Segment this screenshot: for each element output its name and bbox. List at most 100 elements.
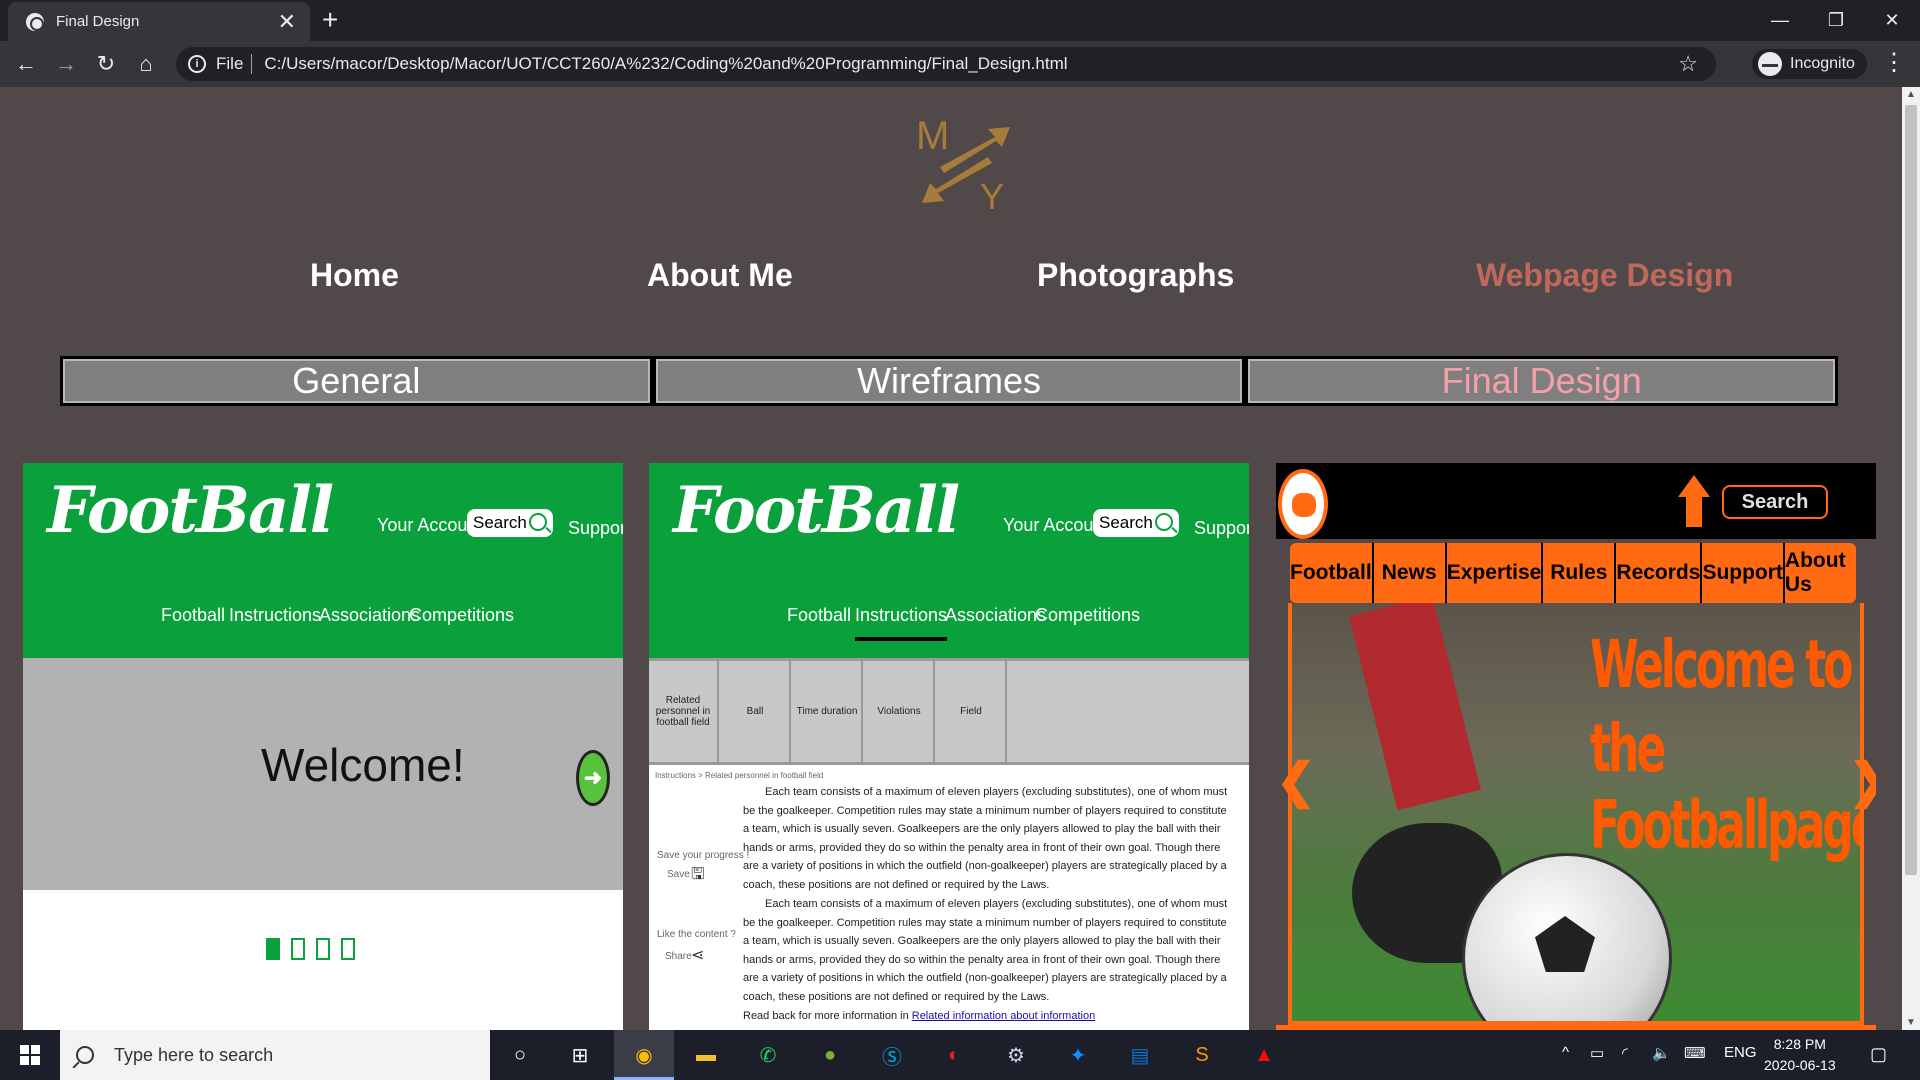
fb-nav-associations: Associations [945,605,1047,625]
chrome-icon[interactable]: ◉ [626,1038,662,1072]
wechat-icon[interactable]: ● [812,1038,848,1072]
tab-field: Field [937,661,1007,762]
browser-menu-icon[interactable]: ⋮ [1882,48,1906,77]
acrobat-icon[interactable]: ▲ [1246,1038,1282,1072]
reload-icon[interactable]: ↻ [90,48,122,80]
globe-icon [26,12,44,31]
wireframe-home-panel[interactable]: FootBall Your Account Search Support Foo… [23,463,623,1030]
garena-icon[interactable]: ◐ [936,1038,972,1072]
final-design-panel[interactable]: Search Football News Expertise Rules Rec… [1276,463,1876,1030]
incognito-profile-button[interactable]: Incognito [1752,49,1867,79]
next-arrow-icon: ➜ [576,750,610,806]
fb-header: FootBall Your Account Search Support Foo… [649,463,1249,658]
separator [251,54,253,74]
forward-arrow-icon[interactable]: → [50,48,82,80]
volume-icon[interactable]: 🔈 [1652,1044,1671,1062]
wireframe-instructions-panel[interactable]: FootBall Your Account Search Support Foo… [649,463,1249,1030]
carousel-dot [341,938,355,960]
scroll-down-icon[interactable]: ▼ [1906,1017,1916,1028]
file-explorer-icon[interactable]: ▬ [688,1038,724,1072]
windows-taskbar: Type here to search ○ ⊞ ◉ ▬ ✆ ● Ⓢ ◐ ⚙ ✦ … [0,1030,1920,1080]
save-prompt: Save your progress ! [657,850,750,861]
minimize-button[interactable]: — [1752,0,1808,41]
incognito-icon [1758,52,1782,76]
chevron-left-icon: ❮ [1276,755,1317,808]
fb-search-label: Search [1099,513,1153,532]
url-text[interactable]: C:/Users/macor/Desktop/Macor/UOT/CCT260/… [264,54,1067,74]
new-tab-button[interactable]: + [322,4,338,36]
battle-net-icon[interactable]: ✦ [1060,1038,1096,1072]
taskbar-search[interactable]: Type here to search [60,1030,490,1080]
restore-button[interactable]: ❐ [1808,0,1864,41]
home-arrow-icon [1678,475,1710,527]
fb-nav-competitions: Competitions [409,605,515,625]
fb-carousel-dots [23,890,623,1030]
subnav-wireframes[interactable]: Wireframes [655,359,1243,403]
search-icon [76,1046,94,1064]
carousel-dot [316,938,330,960]
nav-webpage-design[interactable]: Webpage Design [1476,257,1733,294]
football-logo-icon [1278,469,1328,539]
task-view-icon[interactable]: ⊞ [562,1038,598,1072]
keyboard-icon[interactable]: ⌨ [1684,1044,1706,1062]
back-arrow-icon[interactable]: ← [10,48,42,80]
fd-nav-about-us: About Us [1784,549,1846,596]
bookmark-star-icon[interactable]: ☆ [1678,51,1698,77]
fd-title-line1: Welcome to [1590,627,1853,704]
scroll-up-icon[interactable]: ▲ [1906,89,1916,100]
steam-icon[interactable]: ⚙ [998,1038,1034,1072]
nav-about-me[interactable]: About Me [647,257,793,294]
read-back-label: Read back for more information in [743,1010,909,1022]
address-bar[interactable]: i File C:/Users/macor/Desktop/Macor/UOT/… [176,47,1716,81]
notification-icon[interactable]: ▢ [1870,1044,1887,1065]
home-icon[interactable]: ⌂ [130,48,162,80]
tab-violations: Violations [865,661,935,762]
fb-support-link: Support [1194,518,1249,538]
fb-nav-football: Football [787,605,852,625]
browser-toolbar: ← → ↻ ⌂ i File C:/Users/macor/Desktop/Ma… [0,41,1920,87]
site-logo: M Y [916,114,1010,217]
battery-icon[interactable]: ▭ [1590,1044,1604,1062]
taskbar-search-placeholder: Type here to search [114,1044,274,1065]
clock-date: 2020-06-13 [1764,1057,1836,1073]
nav-home[interactable]: Home [310,257,399,294]
nav-photographs[interactable]: Photographs [1037,257,1234,294]
clock[interactable]: 8:28 PM 2020-06-13 [1764,1034,1836,1076]
tab-close-icon[interactable]: ✕ [278,10,296,33]
fb-nav-instructions: Instructions [855,605,948,641]
fd-nav-news: News [1374,543,1447,603]
search-icon [1155,513,1173,531]
save-disk-icon: 🖫 [691,866,705,883]
fb-nav-competitions: Competitions [1035,605,1141,625]
whatsapp-icon[interactable]: ✆ [750,1038,786,1072]
skype-icon[interactable]: Ⓢ [874,1038,910,1072]
tab-ball: Ball [721,661,791,762]
subnav-general[interactable]: General [63,359,650,403]
fb-support-link: Support [568,518,623,538]
fb-nav-football: Football [161,605,226,625]
fd-header: Search [1276,463,1876,539]
close-window-button[interactable]: ✕ [1864,0,1920,41]
fb-header: FootBall Your Account Search Support Foo… [23,463,623,658]
read-back-text: Read back for more information in Relate… [743,1010,1095,1022]
outlook-icon[interactable]: ▤ [1122,1038,1158,1072]
fd-nav-rules: Rules [1543,543,1617,603]
sublime-icon[interactable]: S [1184,1038,1220,1072]
fb-search-box: Search [467,509,553,537]
related-info-link: Related information about information [911,1010,1096,1022]
wifi-icon[interactable]: ◜ [1622,1044,1628,1062]
subnav-final-design[interactable]: Final Design [1248,359,1836,403]
page-scrollbar[interactable]: ▲ ▼ [1902,87,1920,1030]
carousel-dot [266,938,280,960]
info-icon[interactable]: i [188,55,206,73]
language-indicator[interactable]: ENG [1724,1044,1757,1061]
scroll-thumb[interactable] [1905,105,1917,875]
fb-nav-associations: Associations [319,605,421,625]
browser-tab[interactable]: Final Design ✕ [8,2,310,41]
instruction-content: Instructions > Related personnel in foot… [649,765,1249,1030]
fd-nav: Football News Expertise Rules Records Su… [1290,543,1856,603]
start-button[interactable] [0,1030,60,1080]
carousel-dot [291,938,305,960]
cortana-icon[interactable]: ○ [502,1038,538,1072]
tray-overflow-icon[interactable]: ^ [1562,1044,1569,1061]
